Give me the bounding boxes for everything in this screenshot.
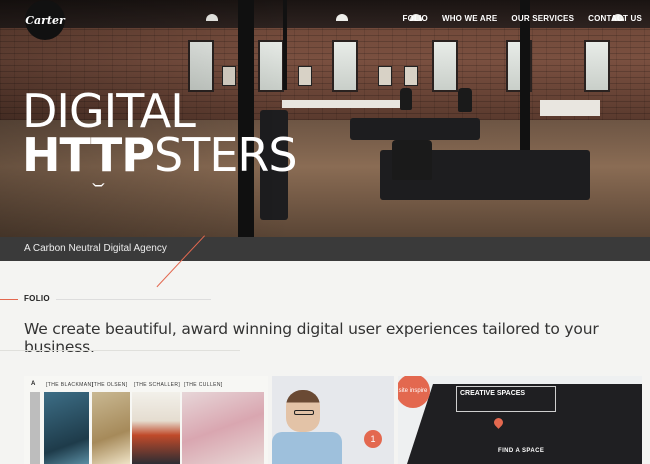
logo-text: Carter (25, 13, 65, 27)
carter-logo[interactable]: Carter (25, 0, 65, 40)
hero-headline-line2: HTTPSTERS (22, 132, 298, 178)
hero-headline-bold: HTTP (22, 128, 155, 182)
main-nav: FOLIO WHO WE ARE OUR SERVICES CONTACT US (402, 14, 642, 23)
artwork-schaller (132, 392, 180, 464)
section-divider (0, 350, 240, 351)
device-screen-title: CREATIVE SPACES (456, 386, 556, 412)
tile-logo: A (31, 381, 36, 387)
notification-badge: 1 (364, 430, 382, 448)
folio-heading: FOLIO (24, 294, 50, 303)
nav-who-we-are[interactable]: WHO WE ARE (442, 14, 497, 23)
hero-banner: Carter FOLIO WHO WE ARE OUR SERVICES CON… (0, 0, 650, 237)
person-shirt (272, 432, 342, 464)
folio-rule (56, 299, 211, 300)
page: Carter FOLIO WHO WE ARE OUR SERVICES CON… (0, 0, 650, 464)
art-label: [THE BLACKMAN] (46, 382, 94, 388)
tagline-bar: A Carbon Neutral Digital Agency (0, 237, 650, 261)
portfolio-tile-spaces[interactable]: CREATIVE SPACES FIND A SPACE site inspir… (398, 376, 642, 464)
nav-contact-us[interactable]: CONTACT US (588, 14, 642, 23)
find-space-label: FIND A SPACE (498, 448, 545, 454)
hero-headline-light: STERS (154, 128, 298, 182)
art-edge (30, 392, 40, 464)
portfolio-tile-profile[interactable]: 1 (272, 376, 394, 464)
art-label: [THE SCHALLER] (134, 382, 181, 388)
site-inspire-badge: site inspire (398, 376, 430, 408)
art-label: [THE CULLEN] (184, 382, 223, 388)
art-label: [THE OLSEN] (92, 382, 128, 388)
folio-accent-line (0, 299, 18, 300)
nav-our-services[interactable]: OUR SERVICES (511, 14, 574, 23)
portfolio-tile-artwork[interactable]: A [THE BLACKMAN] [THE OLSEN] [THE SCHALL… (24, 376, 268, 464)
brace-ornament-icon: ⏡ (92, 170, 105, 187)
tagline-text: A Carbon Neutral Digital Agency (24, 243, 167, 254)
artwork-cullen (182, 392, 264, 464)
nav-folio[interactable]: FOLIO (402, 14, 427, 23)
artwork-blackman (44, 392, 89, 464)
artwork-olsen (92, 392, 130, 464)
glasses-icon (294, 410, 314, 415)
